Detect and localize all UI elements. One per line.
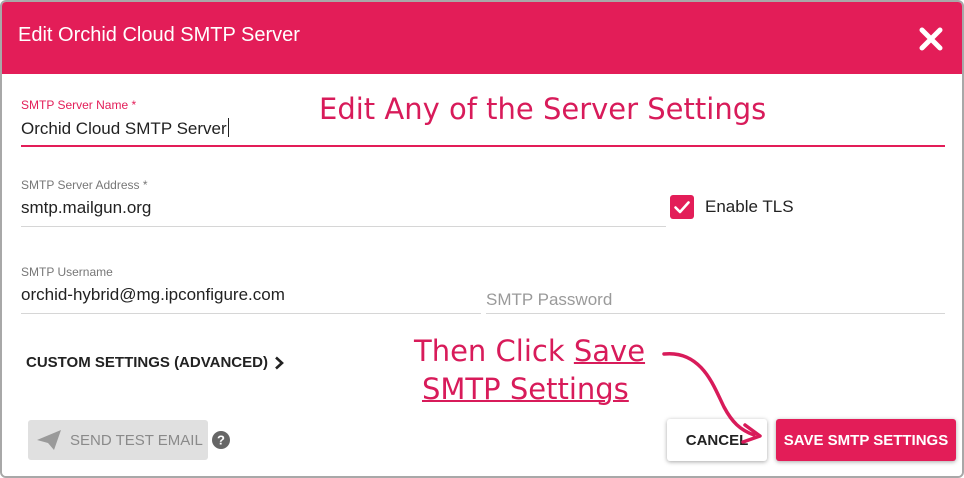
save-annotation-prefix: Then Click (414, 334, 574, 368)
save-annotation-line1: Then Click Save (414, 334, 645, 368)
svg-text:?: ? (217, 433, 225, 448)
save-annotation-link1: Save (573, 334, 646, 368)
dialog-header: Edit Orchid Cloud SMTP Server (2, 2, 962, 74)
chevron-right-icon (275, 356, 284, 369)
server-address-label: SMTP Server Address * (21, 178, 148, 192)
send-test-email-label: SEND TEST EMAIL (70, 431, 203, 449)
password-underline (486, 313, 945, 314)
text-caret (227, 118, 229, 137)
dialog-footer: SEND TEST EMAIL ? CANCEL SAVE SMTP SETTI… (2, 410, 962, 476)
dialog-title: Edit Orchid Cloud SMTP Server (18, 24, 300, 46)
paper-plane-icon (37, 430, 61, 450)
edit-settings-annotation: Edit Any of the Server Settings (319, 92, 767, 126)
close-icon[interactable] (918, 26, 944, 52)
edit-smtp-dialog: Edit Orchid Cloud SMTP Server SMTP Serve… (0, 0, 964, 478)
password-field[interactable]: SMTP Password (486, 265, 945, 315)
help-icon[interactable]: ? (212, 431, 230, 449)
cancel-button[interactable]: CANCEL (667, 419, 767, 461)
custom-settings-toggle[interactable]: CUSTOM SETTINGS (ADVANCED) (26, 354, 284, 371)
server-address-value: smtp.mailgun.org (21, 198, 152, 217)
enable-tls-checkbox[interactable] (670, 195, 694, 219)
username-label: SMTP Username (21, 265, 113, 279)
checkmark-icon (674, 201, 690, 214)
save-smtp-settings-button[interactable]: SAVE SMTP SETTINGS (776, 419, 956, 461)
server-name-value: Orchid Cloud SMTP Server (21, 119, 227, 138)
custom-settings-label: CUSTOM SETTINGS (ADVANCED) (26, 354, 268, 371)
server-address-underline (21, 226, 666, 227)
save-annotation-line2: SMTP Settings (422, 372, 629, 406)
send-test-email-button[interactable]: SEND TEST EMAIL (28, 420, 208, 460)
server-name-underline (21, 145, 945, 147)
server-address-field[interactable]: SMTP Server Address * smtp.mailgun.org (21, 178, 666, 228)
username-field[interactable]: SMTP Username orchid-hybrid@mg.ipconfigu… (21, 265, 481, 315)
username-value: orchid-hybrid@mg.ipconfigure.com (21, 285, 285, 304)
enable-tls-label[interactable]: Enable TLS (705, 197, 794, 217)
username-underline (21, 313, 481, 314)
save-annotation-link2: SMTP Settings (422, 372, 629, 406)
password-placeholder: SMTP Password (486, 290, 613, 309)
